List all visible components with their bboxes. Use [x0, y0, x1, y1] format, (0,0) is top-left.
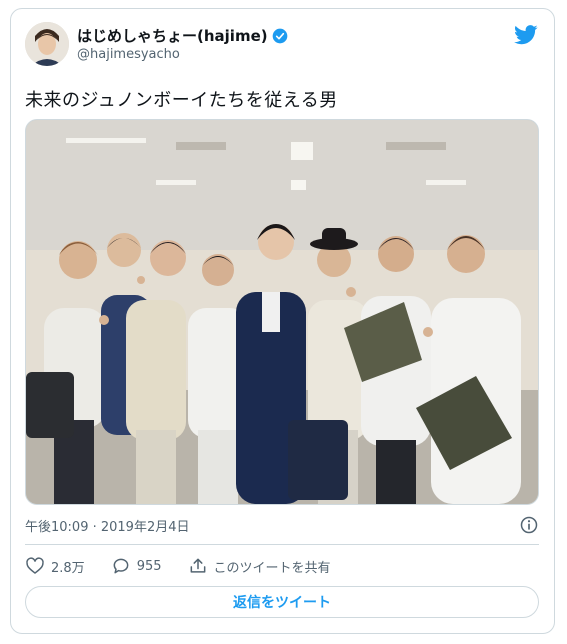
verified-badge-icon [272, 28, 287, 43]
tweet-text: 未来のジュノンボーイたちを従える男 [25, 90, 338, 111]
author-name-row[interactable]: はじめしゃちょー(hajime) [77, 25, 288, 46]
reply-tweet-button[interactable]: 返信をツイート [25, 586, 539, 618]
user-handle[interactable]: @hajimesyacho [77, 47, 180, 62]
share-label: このツイートを共有 [213, 560, 331, 576]
reply-button[interactable]: 955 [111, 556, 162, 576]
display-name[interactable]: はじめしゃちょー(hajime) [77, 25, 268, 46]
meta-row: 午後10:09 · 2019年2月4日 [25, 515, 539, 535]
divider [25, 544, 539, 545]
tweet-card: はじめしゃちょー(hajime) @hajimesyacho 未来のジュノンボー… [10, 8, 555, 634]
like-button[interactable]: 2.8万 [25, 556, 85, 576]
reply-count: 955 [136, 558, 162, 574]
info-icon[interactable] [519, 515, 539, 535]
reply-bubble-icon [113, 558, 129, 574]
twitter-bird-icon[interactable] [514, 25, 538, 45]
group-photo-image [26, 120, 538, 504]
avatar[interactable] [25, 22, 69, 66]
share-button[interactable]: このツイートを共有 [188, 556, 331, 576]
tweet-photo[interactable] [25, 119, 539, 505]
action-bar: 2.8万 955 このツイートを共有 [25, 555, 357, 577]
share-icon [190, 558, 205, 573]
timestamp[interactable]: 午後10:09 · 2019年2月4日 [25, 516, 190, 535]
heart-icon [26, 557, 44, 574]
like-count: 2.8万 [51, 560, 85, 576]
